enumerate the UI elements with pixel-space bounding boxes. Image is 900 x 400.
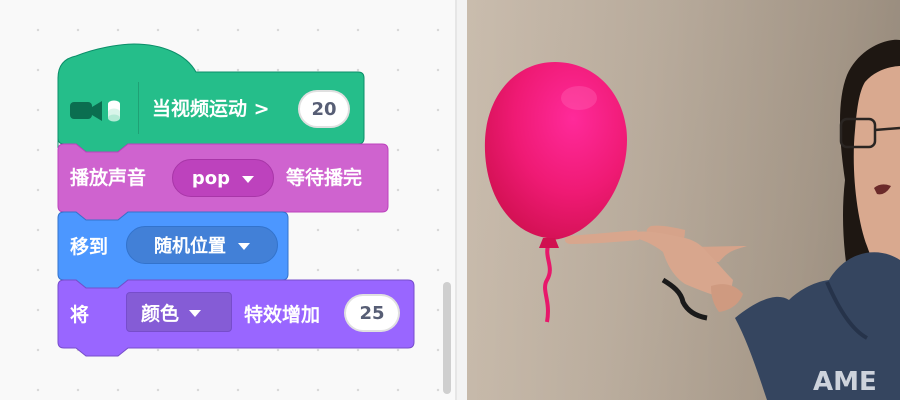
change-effect-label: 将 (70, 304, 90, 326)
video-feed: AME (467, 0, 900, 400)
chevron-down-icon (189, 309, 202, 317)
stage-border (457, 0, 467, 400)
effect-dropdown-value: 颜色 (141, 302, 180, 325)
effect-change-label: 特效增加 (244, 304, 321, 326)
shirt-text: AME (813, 367, 877, 397)
effect-amount-input[interactable]: 25 (344, 294, 400, 332)
effect-dropdown[interactable]: 颜色 (126, 292, 232, 332)
workspace-scrollbar[interactable] (443, 282, 451, 394)
code-workspace[interactable]: 当视频运动 > 20 播放声音 pop 等待播完 移到 随机位置 将 颜色 特效… (0, 0, 455, 400)
stage[interactable]: AME (467, 0, 900, 400)
